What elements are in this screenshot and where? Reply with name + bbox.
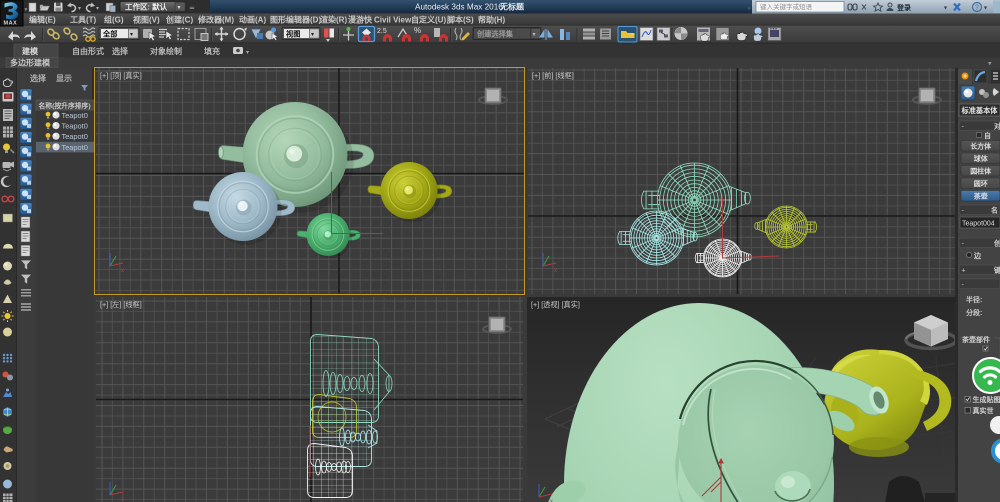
- svg-text:帮助(H): 帮助(H): [478, 14, 505, 24]
- svg-text:自定义(U): 自定义(U): [411, 14, 446, 24]
- svg-text:填充: 填充: [204, 46, 220, 56]
- svg-text:▾: ▾: [246, 50, 249, 56]
- svg-text:Teapot004: Teapot004: [962, 221, 995, 228]
- svg-text:x: x: [121, 268, 124, 274]
- svg-text:全部: 全部: [102, 30, 117, 39]
- svg-text:长方体: 长方体: [970, 142, 992, 151]
- svg-text:键入关键字或短语: 键入关键字或短语: [760, 2, 813, 11]
- svg-text:对象绘制: 对象绘制: [150, 46, 182, 56]
- svg-text:▾: ▾: [78, 6, 81, 12]
- svg-text:真实世: 真实世: [973, 406, 994, 415]
- svg-text:Autodesk 3ds Max 2016: Autodesk 3ds Max 2016: [415, 3, 503, 12]
- svg-text:工作区: 默认: 工作区: 默认: [125, 2, 168, 12]
- svg-text:x: x: [554, 268, 557, 274]
- svg-text:Teapot0: Teapot0: [62, 132, 88, 141]
- svg-text:▾: ▾: [988, 61, 992, 68]
- svg-text:%: %: [414, 26, 421, 35]
- svg-text:Teapot0: Teapot0: [62, 111, 88, 120]
- svg-text:创建(C): 创建(C): [165, 14, 193, 24]
- svg-text:半径:: 半径:: [966, 295, 982, 304]
- svg-text:分段:: 分段:: [966, 308, 982, 317]
- svg-text:[+] [透视] [真实]: [+] [透视] [真实]: [531, 300, 580, 309]
- svg-text:边: 边: [973, 251, 982, 260]
- svg-text:▾: ▾: [311, 32, 314, 38]
- svg-text:▾: ▾: [25, 7, 28, 13]
- svg-text:2.5: 2.5: [377, 28, 387, 35]
- svg-text:视图(V): 视图(V): [133, 14, 160, 24]
- svg-text:Teapot0: Teapot0: [62, 122, 88, 131]
- svg-text:自: 自: [984, 131, 991, 140]
- svg-text:标准基本体: 标准基本体: [961, 106, 999, 115]
- svg-text:自由形式: 自由形式: [72, 46, 104, 56]
- svg-text:登录: 登录: [896, 3, 911, 12]
- svg-text:选择: 选择: [30, 73, 47, 83]
- svg-text:圆环: 圆环: [974, 179, 988, 188]
- svg-text:≂: ≂: [189, 5, 195, 12]
- svg-text:键: 键: [993, 266, 1000, 275]
- svg-text:视图: 视图: [286, 30, 300, 39]
- svg-text:+: +: [962, 268, 966, 275]
- svg-text:▸: ▸: [748, 5, 752, 12]
- svg-text:名称(按升序排序): 名称(按升序排序): [39, 101, 91, 110]
- svg-text:组(G): 组(G): [104, 14, 124, 24]
- svg-text:[+] [前] [线框]: [+] [前] [线框]: [532, 71, 574, 80]
- svg-text:x: x: [550, 499, 553, 502]
- svg-text:漫游快: 漫游快: [348, 14, 373, 24]
- svg-text:Civil View: Civil View: [374, 15, 412, 24]
- svg-text:x: x: [121, 497, 124, 502]
- svg-text:球体: 球体: [974, 154, 989, 163]
- svg-text:建模: 建模: [21, 46, 39, 56]
- svg-text:图形编辑器(D): 图形编辑器(D): [270, 14, 321, 24]
- svg-text:?: ?: [975, 5, 979, 12]
- svg-text:无标题: 无标题: [499, 2, 525, 12]
- svg-text:茶壶: 茶壶: [973, 192, 988, 201]
- svg-text:[+] [左] [线框]: [+] [左] [线框]: [100, 300, 142, 309]
- svg-text:对: 对: [994, 122, 1000, 131]
- svg-text:▾: ▾: [130, 32, 133, 38]
- svg-text:创建选择集: 创建选择集: [476, 30, 514, 39]
- svg-text:渲染(R): 渲染(R): [320, 14, 347, 24]
- svg-text:茶壶部件: 茶壶部件: [961, 335, 990, 344]
- svg-text:MAX: MAX: [4, 21, 18, 27]
- svg-text:名: 名: [991, 206, 998, 215]
- svg-text:动画(A): 动画(A): [239, 14, 266, 24]
- svg-text:工具(T): 工具(T): [70, 15, 97, 24]
- svg-text:圆柱体: 圆柱体: [970, 167, 992, 176]
- svg-text:选择: 选择: [112, 46, 129, 56]
- svg-text:▾: ▾: [944, 6, 947, 12]
- svg-text:Teapot0: Teapot0: [62, 143, 88, 152]
- svg-text:编辑(E): 编辑(E): [29, 14, 56, 24]
- svg-text:▾: ▾: [178, 5, 181, 11]
- svg-text:修改器(M): 修改器(M): [197, 14, 234, 24]
- svg-text:▾: ▾: [533, 32, 536, 38]
- svg-text:显示: 显示: [56, 74, 72, 83]
- svg-text:脚本(S): 脚本(S): [447, 14, 474, 24]
- svg-text:[+] [顶] [真实]: [+] [顶] [真实]: [100, 71, 142, 80]
- svg-text:创: 创: [993, 239, 1000, 248]
- svg-text:▾: ▾: [96, 6, 99, 12]
- svg-text:▾: ▾: [984, 6, 987, 12]
- svg-text:多边形建模: 多边形建模: [10, 58, 51, 68]
